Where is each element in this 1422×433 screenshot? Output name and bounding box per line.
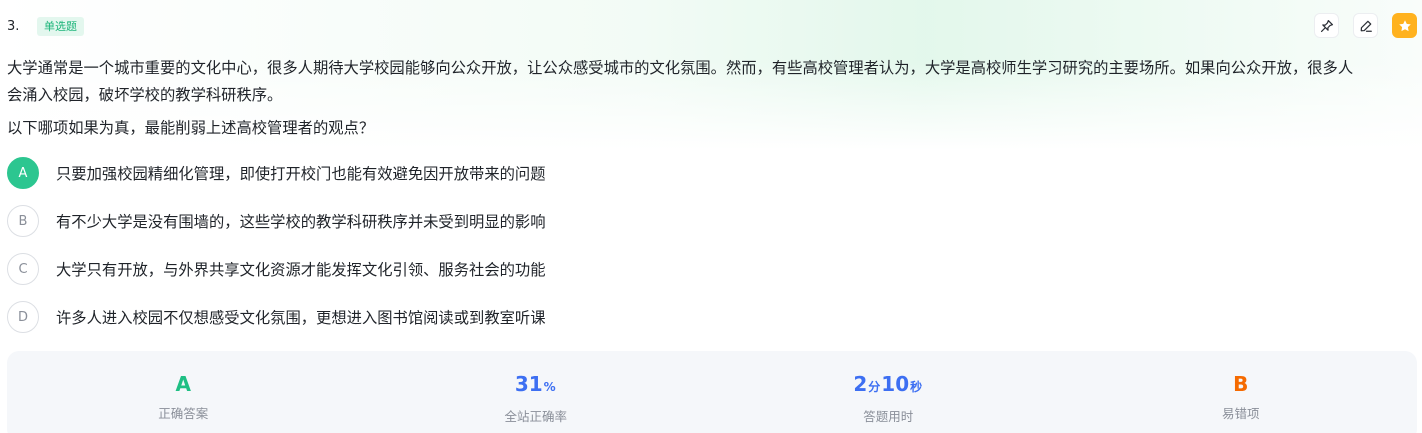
stat-accuracy: 31% 全站正确率 bbox=[360, 351, 713, 433]
question-stem: 大学通常是一个城市重要的文化中心，很多人期待大学校园能够向公众开放，让公众感受城… bbox=[7, 55, 1419, 109]
favorite-button[interactable] bbox=[1392, 13, 1417, 38]
time-seconds-unit: 秒 bbox=[910, 380, 923, 394]
accuracy-unit: % bbox=[543, 380, 556, 394]
accuracy-value: 31% bbox=[515, 371, 557, 400]
question-prompt: 以下哪项如果为真，最能削弱上述高校管理者的观点？ bbox=[7, 119, 375, 137]
common-mistake-value: B bbox=[1233, 372, 1249, 396]
pin-button[interactable] bbox=[1314, 13, 1339, 38]
option-a[interactable]: A 只要加强校园精细化管理，即使打开校门也能有效避免因开放带来的问题 bbox=[7, 157, 546, 189]
pin-icon bbox=[1320, 19, 1333, 32]
option-letter: B bbox=[7, 205, 39, 237]
option-text: 许多人进入校园不仅想感受文化氛围，更想进入图书馆阅读或到教室听课 bbox=[56, 309, 546, 327]
common-mistake-label: 易错项 bbox=[1221, 406, 1260, 421]
stat-common-mistake: B 易错项 bbox=[1065, 351, 1418, 433]
answer-stats-panel: A 正确答案 31% 全站正确率 2 分 10 秒 答题用时 B 易错项 bbox=[7, 351, 1417, 433]
question-stem-line: 会涌入校园，破坏学校的教学科研秩序。 bbox=[7, 86, 283, 104]
option-text: 大学只有开放，与外界共享文化资源才能发挥文化引领、服务社会的功能 bbox=[56, 261, 546, 279]
option-letter: D bbox=[7, 301, 39, 333]
accuracy-label: 全站正确率 bbox=[504, 409, 567, 424]
time-label: 答题用时 bbox=[863, 409, 914, 424]
edit-note-button[interactable] bbox=[1353, 13, 1378, 38]
question-number: 3. bbox=[7, 18, 20, 34]
correct-answer-value: A bbox=[175, 372, 191, 396]
option-letter: C bbox=[7, 253, 39, 285]
time-minutes-unit: 分 bbox=[868, 380, 881, 394]
time-minutes: 2 bbox=[853, 372, 868, 396]
option-list: A 只要加强校园精细化管理，即使打开校门也能有效避免因开放带来的问题 B 有不少… bbox=[7, 157, 546, 349]
option-letter: A bbox=[7, 157, 39, 189]
option-d[interactable]: D 许多人进入校园不仅想感受文化氛围，更想进入图书馆阅读或到教室听课 bbox=[7, 301, 546, 333]
stat-correct-answer: A 正确答案 bbox=[7, 351, 360, 433]
question-type-badge: 单选题 bbox=[37, 16, 84, 36]
correct-answer-label: 正确答案 bbox=[158, 406, 209, 421]
option-c[interactable]: C 大学只有开放，与外界共享文化资源才能发挥文化引领、服务社会的功能 bbox=[7, 253, 546, 285]
star-icon bbox=[1398, 19, 1411, 31]
stat-time: 2 分 10 秒 答题用时 bbox=[712, 351, 1065, 433]
question-header: 3. 单选题 bbox=[7, 14, 84, 38]
edit-icon bbox=[1360, 20, 1372, 32]
option-b[interactable]: B 有不少大学是没有围墙的，这些学校的教学科研秩序并未受到明显的影响 bbox=[7, 205, 546, 237]
time-seconds: 10 bbox=[881, 372, 910, 396]
option-text: 只要加强校园精细化管理，即使打开校门也能有效避免因开放带来的问题 bbox=[56, 165, 546, 183]
accuracy-number: 31 bbox=[514, 372, 543, 396]
option-text: 有不少大学是没有围墙的，这些学校的教学科研秩序并未受到明显的影响 bbox=[56, 213, 546, 231]
question-toolbar bbox=[1314, 13, 1417, 38]
time-value: 2 分 10 秒 bbox=[853, 371, 923, 400]
question-stem-line: 大学通常是一个城市重要的文化中心，很多人期待大学校园能够向公众开放，让公众感受城… bbox=[7, 59, 1354, 77]
